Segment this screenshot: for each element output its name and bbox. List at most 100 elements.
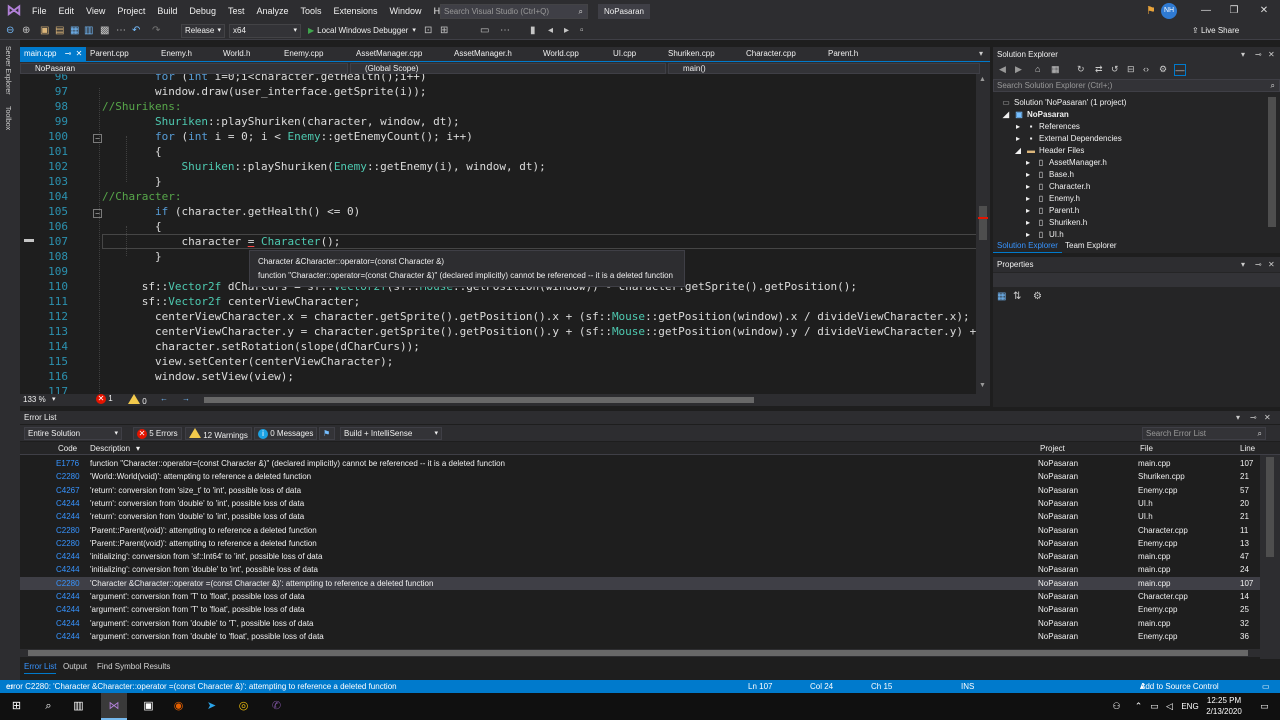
editor-vertical-scrollbar[interactable]: ▲ ▼ xyxy=(976,74,990,394)
notification-flag-icon[interactable]: ⚑ xyxy=(1146,4,1156,17)
volume-icon[interactable]: ◁ xyxy=(1161,698,1178,715)
toolbar-icon-c[interactable]: ▭ xyxy=(480,24,489,38)
tree-header-files[interactable]: ◢ ▬ Header Files xyxy=(1013,145,1084,157)
tree-file[interactable]: ▸ ▯ AssetManager.h xyxy=(1023,157,1107,169)
pin-icon[interactable]: ⊸ xyxy=(1250,411,1257,424)
error-code[interactable]: C4244 xyxy=(56,550,84,563)
toolbar-icon-d[interactable]: ⋯ xyxy=(500,24,510,38)
scope-select[interactable]: Entire Solution ▾ xyxy=(24,427,122,440)
error-row[interactable]: ▰E1776function "Character::operator=(con… xyxy=(20,457,1260,470)
alphabetical-icon[interactable]: ⇅ xyxy=(1013,291,1021,302)
app-icon-epic[interactable]: ▣ xyxy=(140,698,157,715)
forward-icon[interactable]: ▶ xyxy=(1015,64,1022,75)
task-view-icon[interactable]: ▥ xyxy=(70,698,87,715)
chrome-icon[interactable]: ◎ xyxy=(235,698,252,715)
tab-assetmanager-h[interactable]: AssetManager.h xyxy=(450,47,512,61)
menu-build[interactable]: Build xyxy=(151,0,183,22)
clock[interactable]: 12:25 PM 2/13/2020 xyxy=(1204,695,1244,717)
messages-filter-button[interactable]: i 0 Messages xyxy=(254,427,318,440)
close-icon[interactable]: ✕ xyxy=(1264,411,1271,424)
error-row[interactable]: C4244 'initializing': conversion from 'sf… xyxy=(20,550,1260,563)
tray-overflow-icon[interactable]: ⌃ xyxy=(1130,698,1147,715)
tab-world-cpp[interactable]: World.cpp xyxy=(539,47,579,61)
menu-analyze[interactable]: Analyze xyxy=(250,0,294,22)
header-line[interactable]: Line xyxy=(1240,442,1255,455)
scroll-down-icon[interactable]: ▼ xyxy=(979,382,986,389)
pin-icon[interactable]: ⊸ xyxy=(65,49,72,58)
error-code[interactable]: C4244 xyxy=(56,563,84,576)
scrollbar-thumb[interactable] xyxy=(1266,457,1274,557)
close-icon[interactable]: ✕ xyxy=(76,49,83,58)
global-scope-dropdown[interactable]: (Global Scope) xyxy=(350,63,666,74)
scrollbar-thumb[interactable] xyxy=(28,650,1248,656)
error-code[interactable]: C2280 xyxy=(56,577,84,590)
viber-icon[interactable]: ✆ xyxy=(268,698,285,715)
language-indicator[interactable]: ENG xyxy=(1178,698,1202,715)
error-search-input[interactable]: Search Error List ⌕ xyxy=(1142,427,1266,440)
cut-icon[interactable]: ⋯ xyxy=(116,24,126,38)
header-code[interactable]: Code xyxy=(58,442,77,455)
collapsed-icon[interactable]: ▸ xyxy=(1023,169,1033,181)
tree-solution[interactable]: ▭ Solution 'NoPasaran' (1 project) xyxy=(1001,97,1126,109)
preview-icon[interactable]: — xyxy=(1174,64,1186,76)
dropdown-icon[interactable]: ▾ xyxy=(1241,47,1245,62)
tab-find-symbol-results[interactable]: Find Symbol Results xyxy=(97,661,170,673)
error-count-indicator[interactable]: ✕ 1 xyxy=(96,394,113,404)
tab-overflow-icon[interactable]: ▾ xyxy=(975,47,983,61)
server-explorer-tab[interactable]: Server Explorer xyxy=(4,46,11,95)
collapsed-icon[interactable]: ▸ xyxy=(1023,217,1033,229)
back-icon[interactable]: ⊖ xyxy=(6,24,14,38)
tab-parent-cpp[interactable]: Parent.cpp xyxy=(86,47,129,61)
tab-character-cpp[interactable]: Character.cpp xyxy=(742,47,796,61)
error-row[interactable]: C4244 'argument': conversion from 'T' to … xyxy=(20,603,1260,616)
tab-world-h[interactable]: World.h xyxy=(219,47,250,61)
tree-file[interactable]: ▸ ▯ Base.h xyxy=(1023,169,1074,181)
solution-explorer-scrollbar[interactable] xyxy=(1268,97,1276,227)
error-row[interactable]: C4267 'return': conversion from 'size_t' … xyxy=(20,484,1260,497)
menu-window[interactable]: Window xyxy=(384,0,428,22)
menu-project[interactable]: Project xyxy=(111,0,151,22)
search-input[interactable]: Search Visual Studio (Ctrl+Q) ⌕ xyxy=(440,4,588,19)
collapse-icon[interactable]: − xyxy=(93,134,102,143)
header-project[interactable]: Project xyxy=(1040,442,1065,455)
tab-error-list[interactable]: Error List xyxy=(24,661,57,674)
build-icon[interactable]: ▩ xyxy=(100,24,109,38)
tab-shuriken-cpp[interactable]: Shuriken.cpp xyxy=(664,47,715,61)
forward-icon[interactable]: ⊕ xyxy=(22,24,30,38)
collapsed-icon[interactable]: ▸ xyxy=(1023,157,1033,169)
pin-icon[interactable]: ⊸ xyxy=(1255,257,1262,272)
tree-file[interactable]: ▸ ▯ Character.h xyxy=(1023,181,1090,193)
tab-enemy-h[interactable]: Enemy.h xyxy=(157,47,192,61)
sync-icon[interactable]: ⇄ xyxy=(1095,64,1103,75)
collapsed-icon[interactable]: ▸ xyxy=(1023,181,1033,193)
header-description[interactable]: Description xyxy=(90,442,130,455)
visual-studio-taskbar-icon[interactable]: ⋈ xyxy=(101,693,127,720)
pending-changes-icon[interactable]: ↻ xyxy=(1077,64,1085,75)
menu-edit[interactable]: Edit xyxy=(53,0,81,22)
code-editor[interactable]: 96 97 98 99 100 101 102 103 104 105 106 … xyxy=(20,74,980,394)
tab-output[interactable]: Output xyxy=(63,661,87,673)
close-icon[interactable]: ✕ xyxy=(1268,47,1275,62)
tree-project[interactable]: ◢ ▣ NoPasaran xyxy=(1001,109,1069,121)
error-code[interactable]: C2280 xyxy=(56,524,84,537)
error-code[interactable]: C2280 xyxy=(56,470,84,483)
properties-object-select[interactable] xyxy=(993,273,1280,287)
error-row[interactable]: ✕C2280'World::World(void)': attempting t… xyxy=(20,470,1260,483)
warnings-filter-button[interactable]: 12 Warnings xyxy=(185,427,252,440)
tab-main-cpp[interactable]: main.cpp ⊸ ✕ xyxy=(20,47,86,61)
add-to-source-control-button[interactable]: ⇡ Add to Source Control ▴ xyxy=(1140,680,1219,693)
tab-solution-explorer[interactable]: Solution Explorer xyxy=(993,239,1062,253)
tree-external-deps[interactable]: ▸ ▪ External Dependencies xyxy=(1013,133,1122,145)
properties-icon[interactable]: ⚙ xyxy=(1159,64,1167,75)
zoom-level[interactable]: 133 % xyxy=(23,395,46,404)
error-row[interactable]: C4244 'return': conversion from 'double' … xyxy=(20,510,1260,523)
menu-file[interactable]: File xyxy=(26,0,53,22)
avatar[interactable]: NH xyxy=(1161,3,1177,19)
home-icon[interactable]: ⌂ xyxy=(1035,64,1040,74)
notifications-bell-icon[interactable]: ▭ xyxy=(1262,680,1270,693)
action-center-icon[interactable]: ▭ xyxy=(1256,698,1273,715)
back-icon[interactable]: ◀ xyxy=(999,64,1006,75)
expand-icon[interactable]: ◢ xyxy=(1013,145,1023,157)
save-icon[interactable]: ▦ xyxy=(70,24,79,38)
dropdown-icon[interactable]: ▾ xyxy=(1236,411,1240,424)
